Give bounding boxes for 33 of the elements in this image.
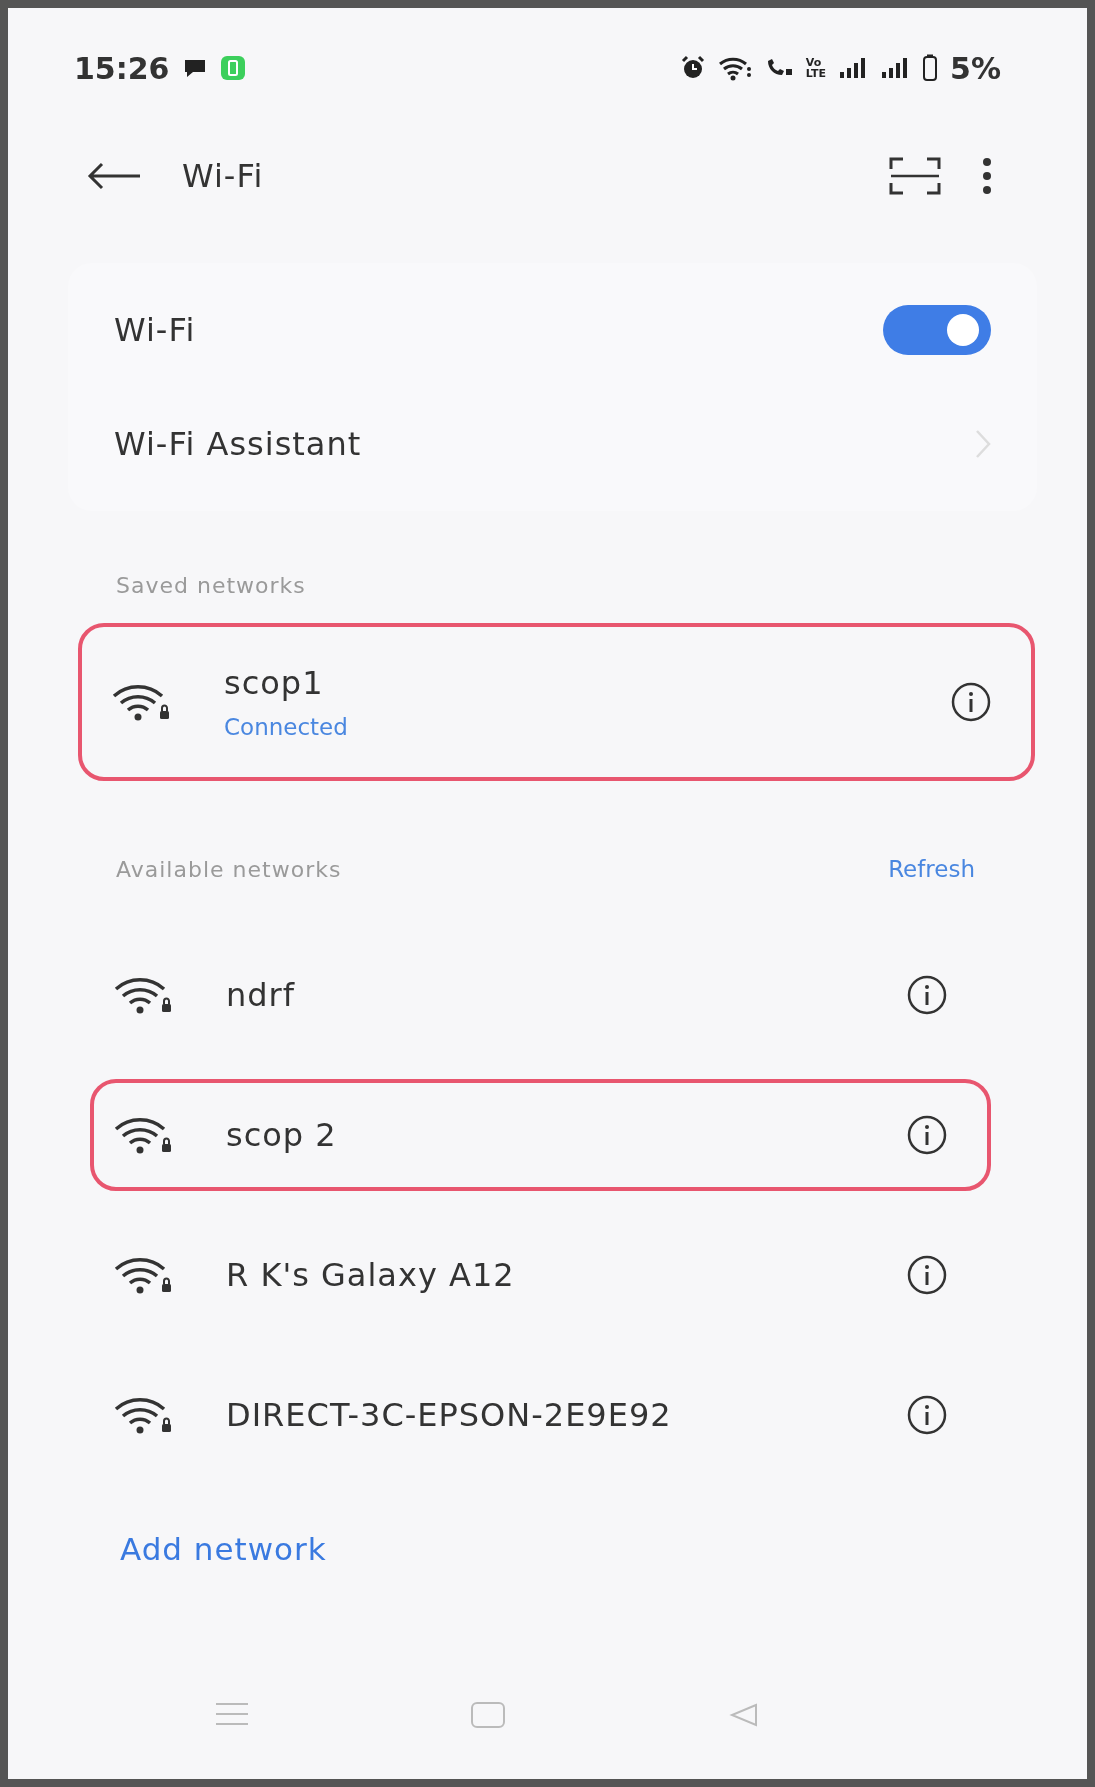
volte-label: Vo LTE [805, 57, 827, 79]
network-row[interactable]: ndrf [90, 939, 991, 1051]
network-row[interactable]: scop1 Connected [78, 623, 1035, 781]
info-icon[interactable] [907, 1395, 947, 1435]
info-icon[interactable] [907, 1255, 947, 1295]
wifi-toggle[interactable] [883, 305, 991, 355]
more-options-icon[interactable] [981, 155, 993, 196]
network-name: DIRECT-3C-EPSON-2E9E92 [226, 1396, 672, 1434]
setting-label: Wi-Fi [114, 311, 196, 349]
battery-saver-icon [219, 55, 246, 81]
network-name: scop1 [224, 664, 325, 702]
info-icon[interactable] [907, 975, 947, 1015]
page-title: Wi-Fi [182, 156, 264, 195]
network-row[interactable]: DIRECT-3C-EPSON-2E9E92 [90, 1359, 991, 1471]
network-name: ndrf [226, 976, 295, 1014]
battery-icon [922, 54, 939, 82]
alarm-icon [679, 55, 706, 81]
wifi-icon [717, 55, 752, 81]
status-time: 15:26 [74, 50, 170, 86]
add-network-link[interactable]: Add network [120, 1531, 327, 1567]
setting-label: Wi-Fi Assistant [114, 425, 362, 463]
network-row[interactable]: R K's Galaxy A12 [90, 1219, 991, 1331]
section-heading: Saved networks [116, 572, 306, 598]
network-name: R K's Galaxy A12 [226, 1256, 515, 1294]
battery-percent: 5% [950, 50, 1001, 86]
back-arrow-icon[interactable] [86, 160, 142, 191]
network-row[interactable]: scop 2 [90, 1079, 991, 1191]
section-heading: Available networks [116, 856, 342, 882]
info-icon[interactable] [951, 682, 991, 722]
scan-icon[interactable] [889, 156, 941, 195]
network-name: scop 2 [226, 1116, 337, 1154]
connection-status: Connected [224, 714, 348, 740]
info-icon[interactable] [907, 1115, 947, 1155]
